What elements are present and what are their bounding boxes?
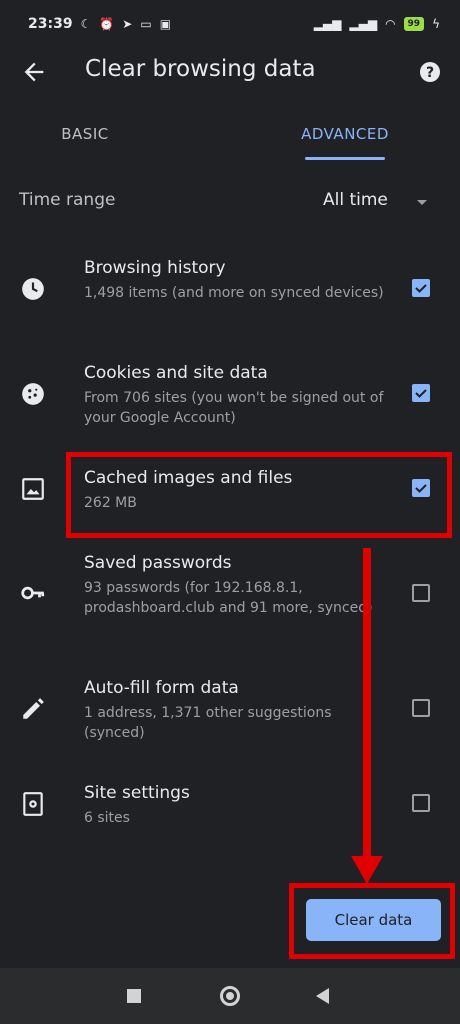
tab-bar: BASIC ADVANCED: [0, 108, 460, 160]
annotation-arrow-head: [351, 856, 383, 884]
home-icon[interactable]: [220, 986, 240, 1006]
svg-text:?: ?: [426, 65, 434, 81]
moon-icon: ☾: [80, 17, 92, 31]
home-icon-inner: [226, 992, 234, 1000]
annotation-highlight-cached: [66, 452, 452, 538]
telegram-icon: ➤: [122, 17, 133, 31]
item-cookies[interactable]: Cookies and site data From 706 sites (yo…: [0, 363, 460, 433]
item-browsing-history[interactable]: Browsing history 1,498 items (and more o…: [0, 258, 460, 328]
item-title: Site settings: [84, 783, 190, 803]
cookie-icon: [22, 383, 44, 405]
tab-basic[interactable]: BASIC: [30, 108, 140, 160]
time-range-value[interactable]: All time: [323, 190, 388, 210]
tab-advanced[interactable]: ADVANCED: [300, 108, 390, 160]
pencil-icon: [23, 698, 44, 719]
system-nav-bar: [0, 968, 460, 1024]
item-title: Browsing history: [84, 258, 226, 278]
recents-icon[interactable]: [127, 989, 141, 1003]
tab-indicator: [305, 157, 385, 160]
status-right: ▂▄▆ ▂▄▆ ◠ 99 ϟ: [314, 17, 440, 31]
site-settings-icon: [23, 792, 43, 816]
back-arrow-icon[interactable]: [20, 58, 48, 86]
item-description: 1,498 items (and more on synced devices): [84, 285, 384, 301]
signal-icon: ▂▄▆: [313, 17, 342, 31]
signal-icon-2: ▂▄▆: [349, 17, 378, 31]
item-saved-passwords[interactable]: Saved passwords 93 passwords (for 192.16…: [0, 553, 460, 643]
battery-icon: 99: [403, 17, 425, 31]
item-description: 6 sites: [84, 810, 130, 826]
site-settings-checkbox[interactable]: [412, 794, 430, 812]
alarm-icon: ⏰: [99, 17, 115, 31]
item-description: 1 address, 1,371 other suggestions (sync…: [84, 705, 332, 741]
annotation-arrow-line: [363, 548, 371, 858]
item-site-settings[interactable]: Site settings 6 sites: [0, 783, 460, 833]
item-autofill[interactable]: Auto-fill form data 1 address, 1,371 oth…: [0, 678, 460, 748]
item-description: From 706 sites (you won't be signed out …: [84, 390, 384, 426]
item-title: Saved passwords: [84, 553, 232, 573]
dropdown-arrow-icon[interactable]: [417, 200, 427, 205]
item-description: 93 passwords (for 192.168.8.1, prodashbo…: [84, 580, 373, 616]
image-icon: [22, 478, 44, 500]
status-bar: 23:39 ☾ ⏰ ➤ ▭ ▣ ▂▄▆ ▂▄▆ ◠ 99 ϟ: [0, 0, 460, 48]
check-icon: [415, 284, 427, 293]
saved-passwords-checkbox[interactable]: [412, 584, 430, 602]
page-title: Clear browsing data: [85, 56, 316, 82]
autofill-checkbox[interactable]: [412, 699, 430, 717]
item-title: Auto-fill form data: [84, 678, 239, 698]
top-app-bar: Clear browsing data ?: [0, 48, 460, 96]
wifi-icon: ◠: [385, 17, 396, 31]
charging-icon: ϟ: [432, 17, 440, 31]
app-notification-icon: ▣: [159, 17, 172, 31]
browsing-history-checkbox[interactable]: [412, 279, 430, 297]
time-range-selector[interactable]: Time range All time: [0, 178, 460, 228]
status-left: 23:39 ☾ ⏰ ➤ ▭ ▣: [28, 16, 171, 32]
item-title: Cookies and site data: [84, 363, 268, 383]
clear-data-button[interactable]: Clear data: [306, 899, 441, 941]
check-icon: [415, 389, 427, 398]
time-range-label: Time range: [19, 190, 116, 210]
nav-back-icon[interactable]: [316, 988, 329, 1004]
laptop-icon: ▭: [140, 17, 152, 31]
status-time: 23:39: [28, 16, 73, 32]
key-icon: [21, 586, 45, 600]
clock-icon: [22, 278, 44, 300]
help-icon[interactable]: ?: [418, 60, 442, 84]
cookies-checkbox[interactable]: [412, 384, 430, 402]
